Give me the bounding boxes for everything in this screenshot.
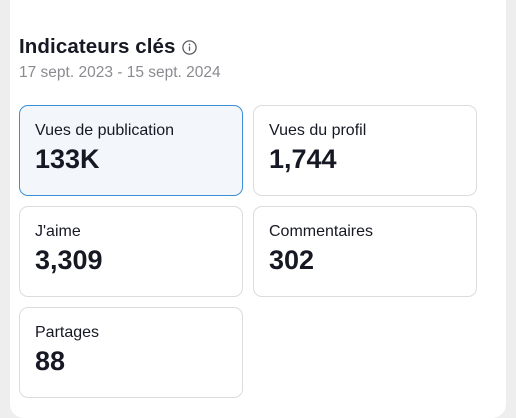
date-range: 17 sept. 2023 - 15 sept. 2024 [19, 64, 221, 81]
metric-value: 3,309 [35, 245, 103, 275]
metric-label: J'aime [35, 223, 81, 240]
metric-tile-profile-views[interactable]: Vues du profil 1,744 [253, 105, 477, 196]
title-row: Indicateurs clés [19, 35, 221, 59]
metric-value: 302 [269, 245, 315, 275]
metric-value: 133K [35, 144, 100, 174]
metric-tile-comments[interactable]: Commentaires 302 [253, 206, 477, 297]
metric-tile-post-views[interactable]: Vues de publication 133K [19, 105, 243, 196]
metric-label: Vues de publication [35, 122, 175, 139]
metric-label: Partages [35, 324, 100, 341]
metric-value: 1,744 [269, 144, 337, 174]
metric-tile-likes[interactable]: J'aime 3,309 [19, 206, 243, 297]
metric-tile-shares[interactable]: Partages 88 [19, 307, 243, 398]
metric-value: 88 [35, 346, 66, 376]
panel-title: Indicateurs clés [19, 35, 176, 58]
panel-header: Indicateurs clés 17 sept. 2023 - 15 sept… [19, 35, 221, 82]
metric-label: Commentaires [269, 223, 374, 240]
metric-label: Vues du profil [269, 122, 367, 139]
info-circle-icon[interactable] [181, 40, 197, 55]
